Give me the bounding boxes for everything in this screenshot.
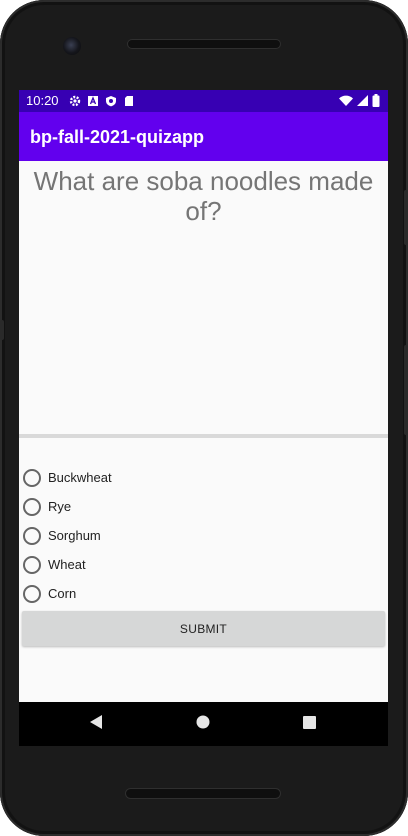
option-rye[interactable]: Rye xyxy=(23,492,112,521)
app-title: bp-fall-2021-quizapp xyxy=(30,127,205,147)
home-icon[interactable] xyxy=(196,715,210,734)
submit-button[interactable]: SUBMIT xyxy=(22,611,385,646)
option-buckwheat[interactable]: Buckwheat xyxy=(23,463,112,492)
notification-icons xyxy=(69,94,135,107)
side-button xyxy=(404,345,408,435)
status-time: 10:20 xyxy=(26,93,59,108)
radio-button[interactable] xyxy=(23,526,41,545)
earpiece-speaker xyxy=(128,40,280,48)
answer-options: Buckwheat Rye Sorghum Wheat Corn xyxy=(23,463,112,608)
bottom-speaker xyxy=(126,789,280,798)
radio-button[interactable] xyxy=(23,555,41,574)
option-label: Wheat xyxy=(48,557,86,572)
front-camera xyxy=(63,37,81,55)
status-bar: 10:20 xyxy=(19,90,388,112)
recents-icon[interactable] xyxy=(303,716,316,734)
radio-button[interactable] xyxy=(23,468,41,487)
app-screen: 10:20 bp-fall-2021-quizapp What are soba… xyxy=(19,90,388,746)
side-button xyxy=(0,320,4,340)
back-icon[interactable] xyxy=(89,714,103,735)
app-bar: bp-fall-2021-quizapp xyxy=(19,112,388,161)
side-button xyxy=(404,190,408,245)
option-label: Sorghum xyxy=(48,528,101,543)
navigation-bar xyxy=(19,702,388,746)
sd-card-icon xyxy=(123,94,135,106)
option-label: Rye xyxy=(48,499,72,514)
battery-icon xyxy=(372,94,380,112)
shield-icon xyxy=(105,94,117,107)
wifi-icon xyxy=(339,94,353,112)
radio-button[interactable] xyxy=(23,584,41,603)
divider xyxy=(19,434,388,438)
radio-button[interactable] xyxy=(23,497,41,516)
system-icons xyxy=(339,94,380,112)
settings-icon xyxy=(69,94,81,107)
option-label: Buckwheat xyxy=(48,470,112,485)
phone-frame: 10:20 bp-fall-2021-quizapp What are soba… xyxy=(0,0,408,836)
a-icon xyxy=(87,94,99,106)
option-corn[interactable]: Corn xyxy=(23,579,112,608)
cell-signal-icon xyxy=(357,94,368,112)
option-label: Corn xyxy=(48,586,77,601)
question-text: What are soba noodles made of? xyxy=(33,166,374,226)
option-wheat[interactable]: Wheat xyxy=(23,550,112,579)
option-sorghum[interactable]: Sorghum xyxy=(23,521,112,550)
